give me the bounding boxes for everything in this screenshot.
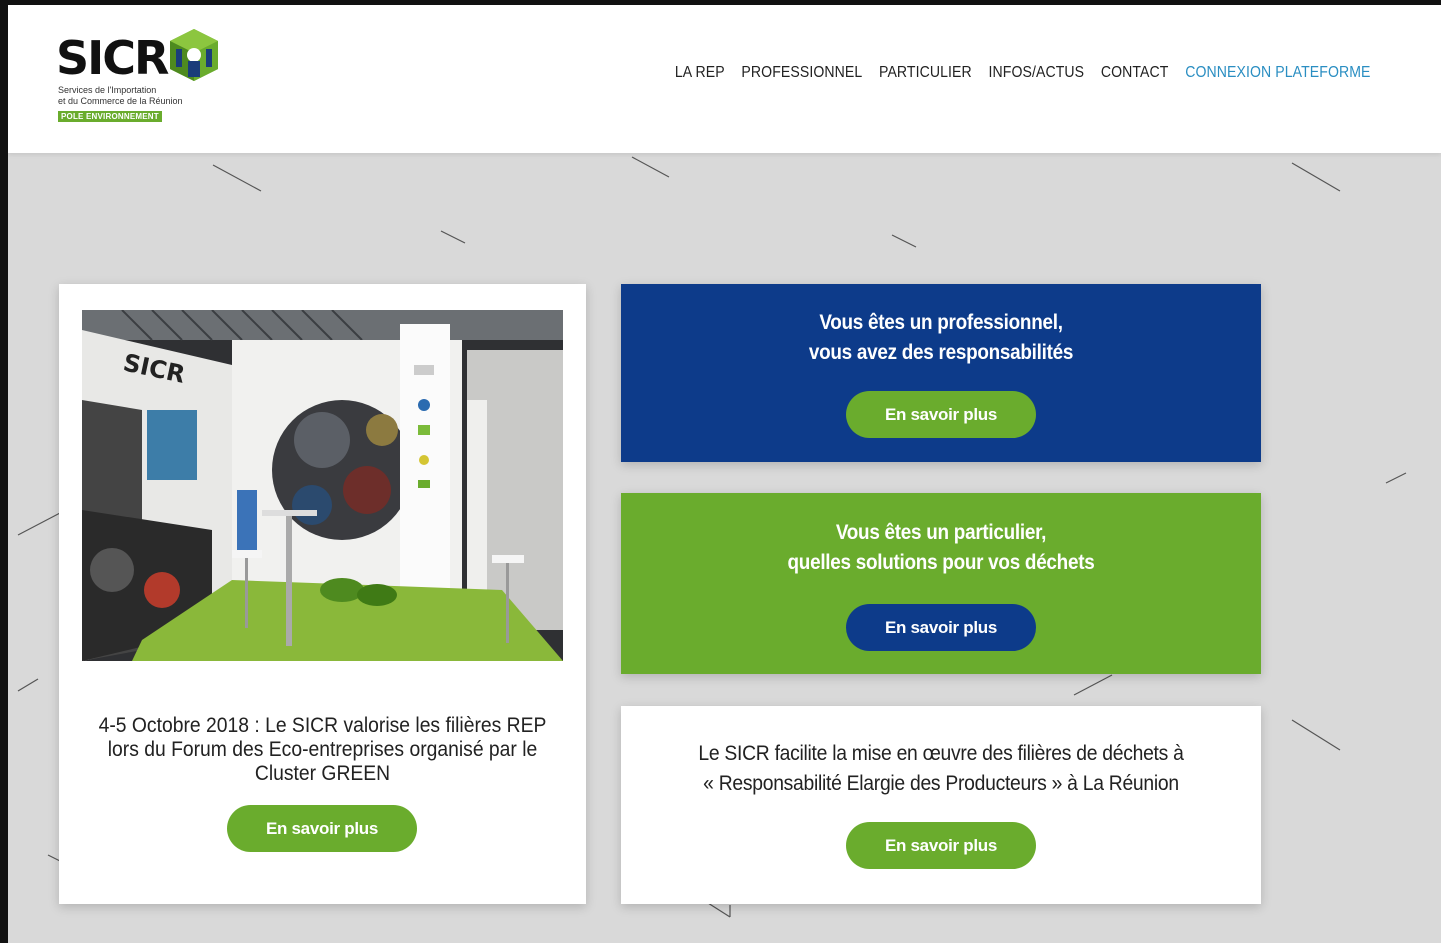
professional-title-line2: vous avez des responsabilités bbox=[808, 341, 1074, 364]
professional-card: Vous êtes un professionnel, vous avez de… bbox=[621, 284, 1261, 462]
individual-title-line2: quelles solutions pour vos déchets bbox=[787, 551, 1095, 574]
nav-professionnel[interactable]: PROFESSIONNEL bbox=[742, 64, 863, 82]
info-title-line2: « Responsabilité Elargie des Producteurs… bbox=[703, 772, 1179, 795]
logo-subtitle-line2: et du Commerce de la Réunion bbox=[58, 96, 183, 106]
logo-subtitle: Services de l'Importation et du Commerce… bbox=[58, 85, 183, 107]
news-photo[interactable]: SICR bbox=[82, 310, 563, 661]
nav-la-rep[interactable]: LA REP bbox=[675, 64, 725, 82]
info-title-line1: Le SICR facilite la mise en œuvre des fi… bbox=[698, 742, 1184, 765]
news-more-button[interactable]: En savoir plus bbox=[227, 805, 417, 852]
info-more-button[interactable]: En savoir plus bbox=[846, 822, 1036, 869]
site-header: SICR Services de l'Importation et du Com… bbox=[8, 5, 1441, 153]
individual-more-button[interactable]: En savoir plus bbox=[846, 604, 1036, 651]
individual-title: Vous êtes un particulier, quelles soluti… bbox=[653, 518, 1229, 578]
nav-connexion-plateforme[interactable]: CONNEXION PLATEFORME bbox=[1186, 64, 1371, 82]
news-card: SICR 4-5 Octobre 2018 : Le SICR valorise… bbox=[59, 284, 586, 904]
nav-infos-actus[interactable]: INFOS/ACTUS bbox=[989, 64, 1085, 82]
individual-card: Vous êtes un particulier, quelles soluti… bbox=[621, 493, 1261, 674]
logo-wordmark: SICR bbox=[56, 31, 169, 85]
sicr-logo[interactable]: SICR Services de l'Importation et du Com… bbox=[56, 27, 236, 127]
individual-title-line1: Vous êtes un particulier, bbox=[835, 521, 1047, 544]
nav-contact[interactable]: CONTACT bbox=[1101, 64, 1169, 82]
logo-subtitle-line1: Services de l'Importation bbox=[58, 85, 157, 95]
professional-title: Vous êtes un professionnel, vous avez de… bbox=[653, 308, 1229, 368]
news-title: 4-5 Octobre 2018 : Le SICR valorise les … bbox=[98, 714, 547, 785]
cube-logo-icon bbox=[170, 29, 218, 81]
logo-badge: POLE ENVIRONNEMENT bbox=[58, 111, 162, 122]
professional-more-button[interactable]: En savoir plus bbox=[846, 391, 1036, 438]
professional-title-line1: Vous êtes un professionnel, bbox=[819, 311, 1063, 334]
page-frame: SICR Services de l'Importation et du Com… bbox=[0, 0, 1441, 943]
exhibition-stand-image: SICR bbox=[82, 310, 563, 661]
main-navigation: LA REP PROFESSIONNEL PARTICULIER INFOS/A… bbox=[675, 64, 1371, 82]
info-card: Le SICR facilite la mise en œuvre des fi… bbox=[621, 706, 1261, 904]
info-title: Le SICR facilite la mise en œuvre des fi… bbox=[647, 739, 1236, 799]
nav-particulier[interactable]: PARTICULIER bbox=[879, 64, 972, 82]
